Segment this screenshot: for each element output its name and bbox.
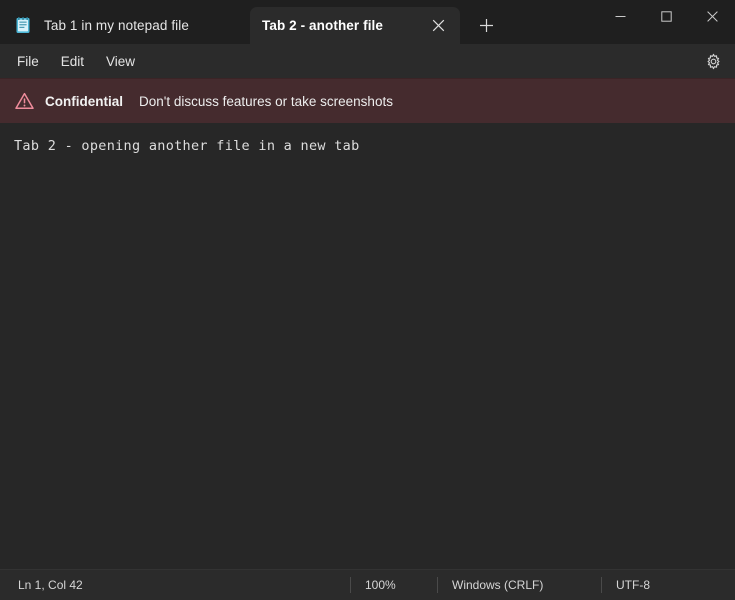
- editor-content[interactable]: Tab 2 - opening another file in a new ta…: [14, 136, 727, 156]
- maximize-icon: [661, 11, 672, 22]
- window-controls: [597, 0, 735, 32]
- status-separator-3: [601, 577, 602, 593]
- notepad-window: Tab 1 in my notepad file Tab 2 - another…: [0, 0, 735, 600]
- status-encoding[interactable]: UTF-8: [616, 578, 650, 592]
- notepad-icon: [14, 17, 32, 35]
- menu-item-file[interactable]: File: [6, 49, 50, 74]
- tab-strip: Tab 1 in my notepad file Tab 2 - another…: [0, 0, 502, 44]
- confidential-banner: Confidential Don't discuss features or t…: [0, 78, 735, 123]
- tab-1[interactable]: Tab 1 in my notepad file: [2, 7, 244, 44]
- banner-title: Confidential: [45, 94, 123, 109]
- menu-item-edit[interactable]: Edit: [50, 49, 95, 74]
- title-bar: Tab 1 in my notepad file Tab 2 - another…: [0, 0, 735, 44]
- minimize-icon: [615, 11, 626, 22]
- close-icon: [707, 11, 718, 22]
- menu-bar: File Edit View: [0, 44, 735, 78]
- settings-button[interactable]: [699, 48, 727, 74]
- maximize-button[interactable]: [643, 0, 689, 32]
- new-tab-button[interactable]: [470, 9, 502, 41]
- status-separator-1: [350, 577, 351, 593]
- minimize-button[interactable]: [597, 0, 643, 32]
- close-icon[interactable]: [426, 14, 450, 38]
- warning-triangle-icon: [14, 91, 34, 111]
- banner-message: Don't discuss features or take screensho…: [139, 94, 393, 109]
- tab-1-label: Tab 1 in my notepad file: [44, 18, 234, 33]
- tab-2-label: Tab 2 - another file: [262, 18, 422, 33]
- status-separator-2: [437, 577, 438, 593]
- close-window-button[interactable]: [689, 0, 735, 32]
- status-zoom-level[interactable]: 100%: [365, 578, 396, 592]
- tab-2[interactable]: Tab 2 - another file: [250, 7, 460, 44]
- status-line-ending[interactable]: Windows (CRLF): [452, 578, 543, 592]
- plus-icon: [479, 18, 494, 33]
- gear-icon: [705, 53, 722, 70]
- status-bar: Ln 1, Col 42 100% Windows (CRLF) UTF-8: [0, 569, 735, 600]
- text-editor-area[interactable]: Tab 2 - opening another file in a new ta…: [0, 123, 735, 569]
- menu-item-view[interactable]: View: [95, 49, 146, 74]
- status-cursor-position[interactable]: Ln 1, Col 42: [18, 578, 83, 592]
